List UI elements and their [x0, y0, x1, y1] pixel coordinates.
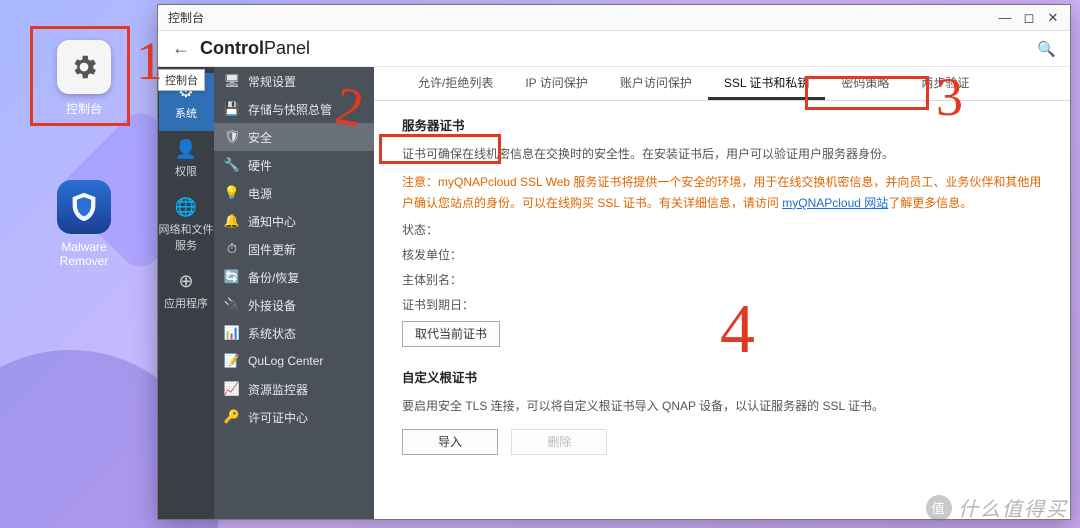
- sidebar-item-资源监控器[interactable]: 📈 资源监控器: [214, 375, 374, 403]
- sidebar-item-系统状态[interactable]: 📊 系统状态: [214, 319, 374, 347]
- rail-label: 应用程序: [164, 298, 208, 310]
- root-cert-section: 自定义根证书 要启用安全 TLS 连接，可以将自定义根证书导入 QNAP 设备，…: [374, 353, 1070, 460]
- rail-item-1[interactable]: 👤 权限: [159, 131, 214, 189]
- replace-cert-button[interactable]: 取代当前证书: [402, 321, 500, 347]
- sidebar-icon: 🔄: [224, 269, 240, 285]
- sidebar-item-固件更新[interactable]: ⏱ 固件更新: [214, 235, 374, 263]
- sidebar-item-许可证中心[interactable]: 🔑 许可证中心: [214, 403, 374, 431]
- sidebar-item-外接设备[interactable]: 🔌 外接设备: [214, 291, 374, 319]
- minimize-button[interactable]: —: [994, 9, 1016, 27]
- sidebar-icon: ⏱: [224, 241, 240, 257]
- sidebar-icon: 🔔: [224, 213, 240, 229]
- sidebar-label: 存储与快照总管: [248, 101, 332, 118]
- sidebar-item-电源[interactable]: 💡 电源: [214, 179, 374, 207]
- control-panel-window: 控制台 — ◻ ✕ ← ControlPanel 🔍 控制台 ⚙系统👤权限🌐网络…: [157, 4, 1071, 520]
- sidebar-item-QuLog Center[interactable]: 📝 QuLog Center: [214, 347, 374, 375]
- sidebar-label: QuLog Center: [248, 354, 323, 368]
- sidebar-label: 备份/恢复: [248, 269, 299, 286]
- gear-icon: [57, 40, 111, 94]
- rail-item-2[interactable]: 🌐 网络和文件 服务: [159, 189, 214, 263]
- sidebar-icon: 📈: [224, 381, 240, 397]
- maximize-button[interactable]: ◻: [1018, 9, 1040, 27]
- sidebar-icon: 📊: [224, 325, 240, 341]
- issuer-row: 核发单位：: [402, 246, 1042, 263]
- sidebar-icon: 💾: [224, 101, 240, 117]
- content-pane: 允许/拒绝列表IP 访问保护账户访问保护SSL 证书和私钥密码策略两步验证 服务…: [374, 67, 1070, 519]
- server-cert-section: 服务器证书 证书可确保在线机密信息在交换时的安全性。在安装证书后，用户可以验证用…: [374, 101, 1070, 353]
- tab-bar: 允许/拒绝列表IP 访问保护账户访问保护SSL 证书和私钥密码策略两步验证: [374, 67, 1070, 101]
- desktop-icon-label: 控制台: [44, 100, 124, 117]
- sidebar-item-常规设置[interactable]: 🖥 常规设置: [214, 67, 374, 95]
- sidebar-label: 资源监控器: [248, 381, 308, 398]
- section-heading: 服务器证书: [402, 115, 1042, 134]
- delete-button: 删除: [511, 429, 607, 455]
- shield-icon: [57, 180, 111, 234]
- import-button[interactable]: 导入: [402, 429, 498, 455]
- desktop-icon-control-panel[interactable]: 控制台: [44, 40, 124, 117]
- tab-0[interactable]: 允许/拒绝列表: [402, 67, 509, 100]
- rail-item-3[interactable]: ⊕ 应用程序: [159, 263, 214, 321]
- sidebar-label: 许可证中心: [248, 409, 308, 426]
- category-rail: 控制台 ⚙系统👤权限🌐网络和文件 服务⊕应用程序: [158, 67, 214, 519]
- sidebar-item-备份/恢复[interactable]: 🔄 备份/恢复: [214, 263, 374, 291]
- section-heading: 自定义根证书: [402, 367, 1042, 386]
- sidebar-icon: 🔧: [224, 157, 240, 173]
- section-desc: 证书可确保在线机密信息在交换时的安全性。在安装证书后，用户可以验证用户服务器身份…: [402, 144, 1042, 164]
- sidebar-label: 电源: [248, 185, 272, 202]
- sidebar-label: 固件更新: [248, 241, 296, 258]
- sidebar-icon: 🔌: [224, 297, 240, 313]
- rail-icon: 👤: [159, 139, 214, 160]
- sidebar-item-通知中心[interactable]: 🔔 通知中心: [214, 207, 374, 235]
- rail-label: 权限: [175, 166, 197, 178]
- tab-4[interactable]: 密码策略: [825, 67, 905, 100]
- tab-2[interactable]: 账户访问保护: [604, 67, 708, 100]
- tab-5[interactable]: 两步验证: [905, 67, 985, 100]
- sidebar-label: 安全: [248, 129, 272, 146]
- tab-1[interactable]: IP 访问保护: [509, 67, 603, 100]
- search-icon[interactable]: 🔍: [1037, 40, 1056, 58]
- sidebar-icon: 🛡: [224, 129, 240, 145]
- header: ← ControlPanel 🔍: [158, 31, 1070, 67]
- rail-label: 网络和文件 服务: [159, 224, 214, 252]
- close-button[interactable]: ✕: [1042, 9, 1064, 27]
- sidebar-item-安全[interactable]: 🛡 安全: [214, 123, 374, 151]
- sidebar-label: 外接设备: [248, 297, 296, 314]
- myqnapcloud-link[interactable]: myQNAPcloud 网站: [782, 196, 888, 210]
- sidebar-label: 系统状态: [248, 325, 296, 342]
- sidebar-label: 硬件: [248, 157, 272, 174]
- rail-icon: ⊕: [159, 271, 214, 292]
- sidebar-label: 通知中心: [248, 213, 296, 230]
- page-title: ControlPanel: [200, 38, 310, 59]
- desktop-icon-malware-remover[interactable]: Malware Remover: [44, 180, 124, 268]
- sidebar-label: 常规设置: [248, 73, 296, 90]
- titlebar: 控制台 — ◻ ✕: [158, 5, 1070, 31]
- status-row: 状态：: [402, 221, 1042, 238]
- sidebar-icon: 🔑: [224, 409, 240, 425]
- expiry-row: 证书到期日：: [402, 296, 1042, 313]
- sidebar: 🖥 常规设置 💾 存储与快照总管 🛡 安全 🔧 硬件 💡 电源 🔔 通知中心 ⏱ 固件更新 🔄 备份/恢复 🔌 外…: [214, 67, 374, 519]
- rail-icon: 🌐: [159, 197, 214, 218]
- sidebar-icon: 💡: [224, 185, 240, 201]
- back-button[interactable]: ←: [172, 38, 190, 59]
- window-title: 控制台: [164, 9, 992, 26]
- rail-tooltip: 控制台: [158, 69, 205, 91]
- sidebar-icon: 📝: [224, 353, 240, 369]
- rail-label: 系统: [175, 108, 197, 120]
- san-row: 主体别名：: [402, 271, 1042, 288]
- sidebar-item-存储与快照总管[interactable]: 💾 存储与快照总管: [214, 95, 374, 123]
- desktop-icon-label: Malware Remover: [44, 240, 124, 268]
- section-desc: 要启用安全 TLS 连接，可以将自定义根证书导入 QNAP 设备，以认证服务器的…: [402, 396, 1042, 416]
- tab-3[interactable]: SSL 证书和私钥: [708, 67, 826, 100]
- sidebar-item-硬件[interactable]: 🔧 硬件: [214, 151, 374, 179]
- sidebar-icon: 🖥: [224, 73, 240, 89]
